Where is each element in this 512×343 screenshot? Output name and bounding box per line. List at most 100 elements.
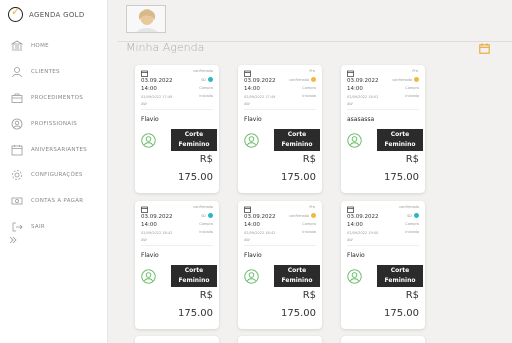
sidebar-item-label: PROFISSIONAIS	[31, 121, 78, 127]
sidebar-item-contas-a-pagar[interactable]: CONTAS A PAGAR	[0, 192, 108, 210]
appointment-card[interactable]	[135, 336, 219, 343]
price: 175.00	[281, 308, 316, 319]
creator: AW	[244, 238, 250, 242]
initiated-label[interactable]: Iniciado	[199, 94, 213, 98]
calendar-icon	[347, 70, 354, 77]
logout-icon	[12, 222, 23, 232]
app-name: AGENDA GOLD	[29, 10, 85, 19]
appointment-card[interactable]: Pre. 03.09.2022 confirmado 14:00 Compro …	[238, 201, 322, 329]
appointment-card[interactable]: confirmado 03.09.2022 SD 14:00 Compro 02…	[135, 201, 219, 329]
card-divider	[141, 109, 213, 110]
confirm-label[interactable]: Compro	[199, 86, 213, 90]
sidebar-item-label: PROCEDIMENTOS	[31, 95, 84, 101]
sidebar-item-clientes[interactable]: CLIENTES	[0, 63, 108, 81]
status-short: SD	[407, 213, 412, 218]
status-label: confirmado	[193, 205, 213, 209]
initiated-label[interactable]: Iniciado	[302, 94, 316, 98]
appointment-date: 03.09.2022	[244, 214, 276, 220]
calendar-icon	[141, 70, 148, 77]
gear-icon	[12, 170, 22, 180]
user-avatar-icon	[141, 269, 156, 284]
sidebar-item-label: HOME	[31, 43, 49, 49]
client-name: asasassa	[347, 116, 375, 123]
currency-symbol: R$	[302, 154, 316, 165]
price: 175.00	[281, 172, 316, 183]
sidebar-item-sair[interactable]: SAIR	[0, 218, 108, 236]
calendar-icon	[244, 206, 251, 213]
bank-icon	[11, 40, 23, 51]
user-icon	[12, 67, 22, 78]
status-label: Pre.	[309, 205, 316, 209]
created-at: 02/09/2022 18:42	[141, 231, 173, 235]
status-short: confirmado	[289, 77, 309, 82]
created-at: 02/09/2022 17:49	[244, 95, 276, 99]
appointment-card[interactable]	[238, 336, 322, 343]
sidebar-item-label: CLIENTES	[31, 69, 60, 75]
client-name: Flavio	[244, 252, 262, 259]
price: 175.00	[178, 172, 213, 183]
sidebar-item-profissionais[interactable]: PROFISSIONAIS	[0, 115, 108, 133]
money-icon	[11, 197, 23, 205]
confirm-label[interactable]: Compro	[199, 222, 213, 226]
sidebar-item-configuracoes[interactable]: CONFIGURAÇÕES	[0, 166, 108, 184]
appointment-date: 03.09.2022	[347, 214, 379, 220]
status-dot	[208, 77, 213, 82]
appointment-card[interactable]: Pre. 03.09.2022 confirmado 14:00 Compro …	[341, 65, 425, 193]
sidebar: ✓ AGENDA GOLD HOME CLIENTES PROCEDIMENTO…	[0, 0, 108, 343]
calendar-icon	[347, 206, 354, 213]
appointment-card[interactable]: confirmado 03.09.2022 SD 14:00 Compro 02…	[341, 201, 425, 329]
creator: AW	[347, 102, 353, 106]
initiated-label[interactable]: Iniciado	[302, 230, 316, 234]
profile-avatar[interactable]	[126, 5, 166, 33]
logo-check-icon: ✓	[8, 6, 23, 22]
sidebar-item-label: CONFIGURAÇÕES	[31, 172, 83, 178]
calendar-icon	[244, 70, 251, 77]
app-logo[interactable]: ✓ AGENDA GOLD	[8, 6, 85, 22]
service-badge: Corte Feminino	[377, 265, 423, 287]
created-at: 02/09/2022 18:02	[347, 95, 379, 99]
service-badge: Corte Feminino	[274, 265, 320, 287]
card-divider	[244, 109, 316, 110]
profile-photo	[127, 6, 165, 32]
sidebar-item-home[interactable]: HOME	[0, 37, 108, 55]
status-short: confirmado	[289, 213, 309, 218]
service-badge: Corte Feminino	[377, 129, 423, 151]
confirm-label[interactable]: Compro	[302, 222, 316, 226]
confirm-label[interactable]: Compro	[302, 86, 316, 90]
status-short: SD	[201, 213, 206, 218]
appointment-card[interactable]: confirmado 03.09.2022 SD 14:00 Compro 02…	[135, 65, 219, 193]
calendar-icon	[11, 145, 23, 156]
appointment-time: 14:00	[347, 222, 363, 228]
sidebar-item-aniversariantes[interactable]: ANIVERSARIANTES	[0, 141, 108, 159]
appointment-time: 14:00	[141, 222, 157, 228]
initiated-label[interactable]: Iniciado	[199, 230, 213, 234]
card-divider	[244, 245, 316, 246]
creator: AW	[141, 102, 147, 106]
creator: AW	[244, 102, 250, 106]
status-dot	[311, 77, 316, 82]
appointment-date: 03.09.2022	[141, 214, 173, 220]
calendar-icon	[141, 206, 148, 213]
creator: AW	[347, 238, 353, 242]
appointment-card[interactable]: Pre. 03.09.2022 confirmado 14:00 Compro …	[238, 65, 322, 193]
price: 175.00	[178, 308, 213, 319]
creator: AW	[141, 238, 147, 242]
page-title: Minha Agenda	[126, 41, 205, 54]
confirm-label[interactable]: Compro	[405, 222, 419, 226]
status-indicator: confirmado	[392, 77, 419, 82]
collapse-icon[interactable]	[9, 236, 17, 243]
appointment-card[interactable]	[341, 336, 425, 343]
price: 175.00	[384, 308, 419, 319]
confirm-label[interactable]: Compro	[405, 86, 419, 90]
currency-symbol: R$	[302, 290, 316, 301]
status-indicator: SD	[201, 77, 213, 82]
status-label: Pre.	[412, 69, 419, 73]
appointment-time: 14:00	[141, 86, 157, 92]
sidebar-item-procedimentos[interactable]: PROCEDIMENTOS	[0, 89, 108, 107]
calendar-icon[interactable]	[479, 43, 490, 54]
initiated-label[interactable]: Iniciado	[405, 230, 419, 234]
initiated-label[interactable]: Iniciado	[405, 94, 419, 98]
appointment-date: 03.09.2022	[141, 78, 173, 84]
user-avatar-icon	[244, 269, 259, 284]
status-dot	[208, 213, 213, 218]
